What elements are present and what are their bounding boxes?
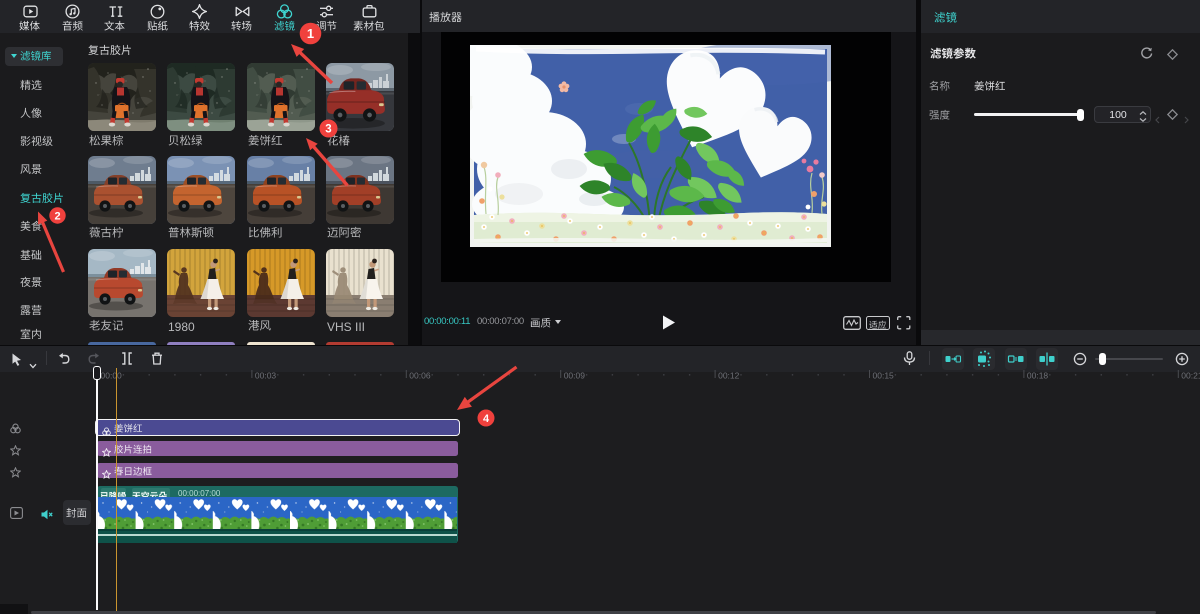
svg-text:00:03: 00:03 bbox=[255, 371, 277, 381]
svg-text:00:18: 00:18 bbox=[1027, 371, 1049, 381]
svg-text:00:00: 00:00 bbox=[101, 371, 123, 381]
svg-text:00:09: 00:09 bbox=[564, 371, 586, 381]
svg-text:00:15: 00:15 bbox=[873, 371, 895, 381]
svg-text:00:12: 00:12 bbox=[718, 371, 740, 381]
svg-text:00:21: 00:21 bbox=[1181, 371, 1200, 381]
svg-text:00:06: 00:06 bbox=[409, 371, 431, 381]
